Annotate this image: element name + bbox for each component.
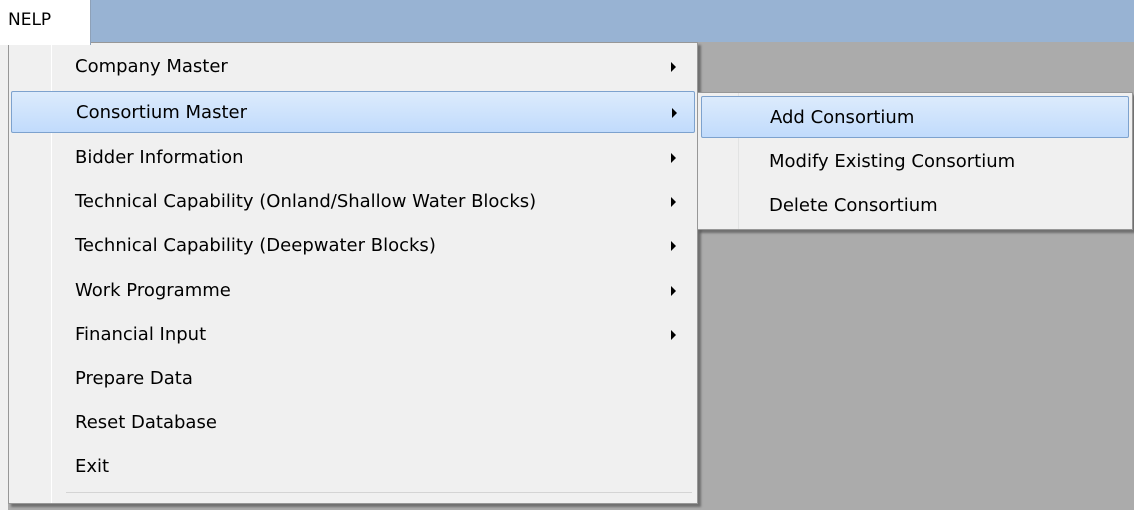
menu-item-label: Work Programme [75,280,231,301]
menu-item-label: Technical Capability (Onland/Shallow Wat… [75,191,537,212]
menu-item-consortium-master[interactable]: Consortium Master [11,91,695,133]
menu-item-technical-capability-deepwater[interactable]: Technical Capability (Deepwater Blocks) [11,225,695,267]
submenu-item-delete-consortium[interactable]: Delete Consortium [701,185,1129,227]
menu-bar [0,0,1134,42]
menu-item-label: Company Master [75,56,228,77]
submenu-arrow-icon [671,330,676,340]
submenu-item-label: Add Consortium [770,107,915,128]
menu-item-technical-capability-onland[interactable]: Technical Capability (Onland/Shallow Wat… [11,181,695,223]
menu-item-label: Consortium Master [76,102,247,123]
menu-item-work-programme[interactable]: Work Programme [11,270,695,312]
menu-item-label: Technical Capability (Deepwater Blocks) [75,235,436,256]
menu-item-label: Financial Input [75,324,207,345]
nelp-dropdown-menu: Company Master Consortium Master Bidder … [8,42,698,504]
submenu-item-label: Delete Consortium [769,195,938,216]
menu-item-reset-database[interactable]: Reset Database [11,402,695,444]
submenu-item-add-consortium[interactable]: Add Consortium [701,96,1129,138]
submenu-item-label: Modify Existing Consortium [769,151,1016,172]
submenu-arrow-icon [671,286,676,296]
menu-item-company-master[interactable]: Company Master [11,46,695,88]
menu-item-prepare-data[interactable]: Prepare Data [11,358,695,400]
submenu-arrow-icon [671,241,676,251]
client-left-edge [0,42,8,510]
menu-item-label: Exit [75,456,110,477]
menu-separator [66,492,692,493]
menu-item-label: Reset Database [75,412,217,433]
submenu-arrow-icon [672,108,677,118]
menu-item-bidder-information[interactable]: Bidder Information [11,137,695,179]
menu-item-label: Bidder Information [75,147,244,168]
menu-item-financial-input[interactable]: Financial Input [11,314,695,356]
consortium-submenu: Add Consortium Modify Existing Consortiu… [697,92,1133,230]
submenu-item-modify-existing-consortium[interactable]: Modify Existing Consortium [701,141,1129,183]
submenu-arrow-icon [671,153,676,163]
submenu-arrow-icon [671,197,676,207]
menu-item-label: Prepare Data [75,368,193,389]
menu-nelp[interactable]: NELP [0,0,91,45]
menu-item-exit[interactable]: Exit [11,446,695,488]
submenu-arrow-icon [671,62,676,72]
